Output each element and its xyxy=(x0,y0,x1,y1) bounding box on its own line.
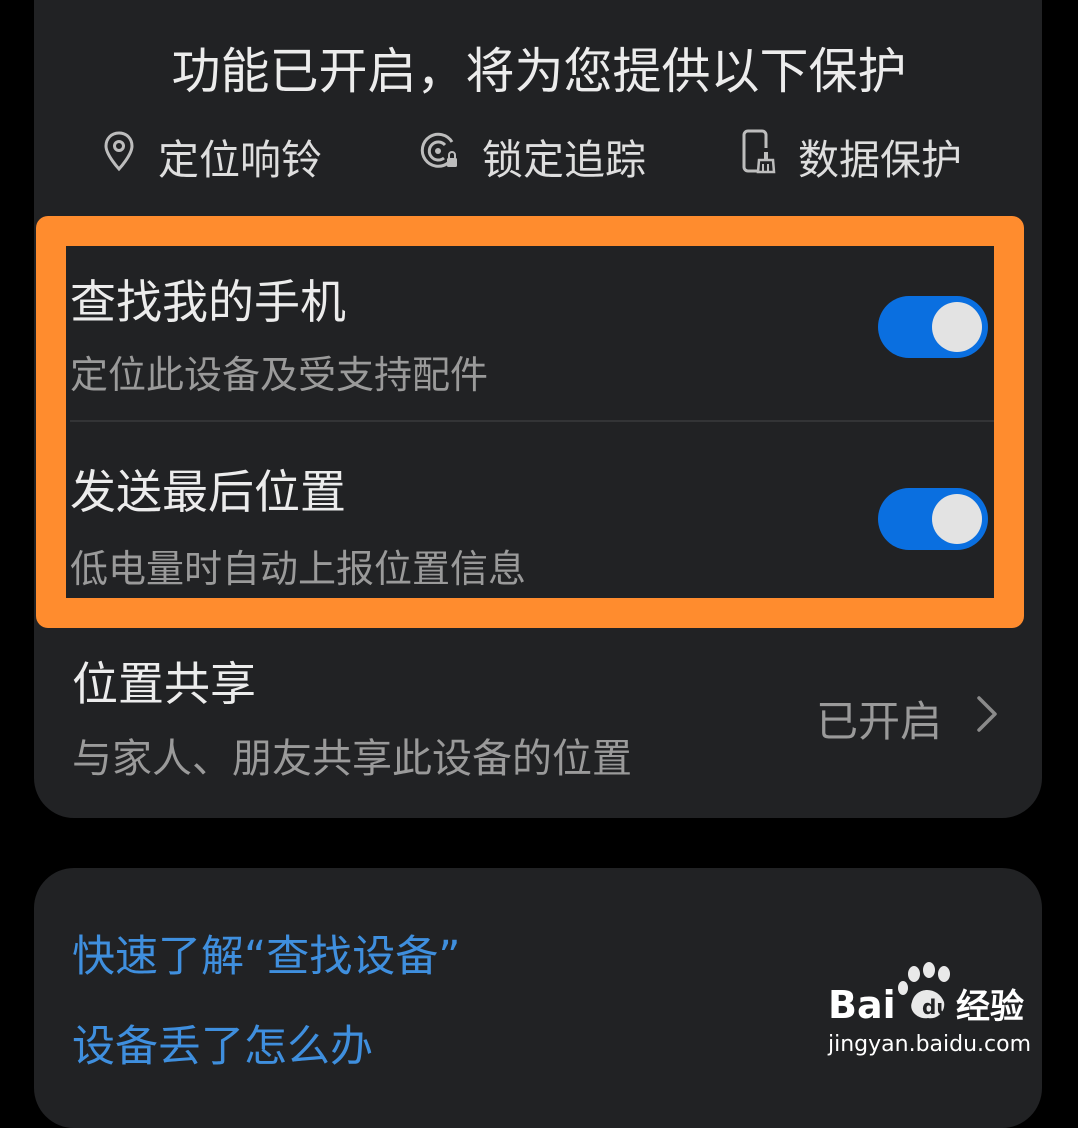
toggle-knob xyxy=(932,494,982,544)
location-sharing-subtitle: 与家人、朋友共享此设备的位置 xyxy=(72,736,632,782)
toggle-group: 查找我的手机 定位此设备及受支持配件 发送最后位置 低电量时自动上报位置信息 xyxy=(66,246,994,598)
svg-text:Bai: Bai xyxy=(828,983,896,1027)
feature-label: 数据保护 xyxy=(798,136,962,184)
svg-text:du: du xyxy=(922,995,951,1019)
send-last-location-subtitle: 低电量时自动上报位置信息 xyxy=(70,547,527,591)
location-sharing-title: 位置共享 xyxy=(72,657,256,711)
page-title: 功能已开启，将为您提供以下保护 xyxy=(171,43,907,100)
send-last-location-toggle[interactable] xyxy=(878,488,988,550)
location-sharing-status: 已开启 xyxy=(816,697,943,746)
feature-lock-track: 锁定追踪 xyxy=(418,130,646,184)
find-my-phone-subtitle: 定位此设备及受支持配件 xyxy=(70,353,489,397)
location-pin-icon xyxy=(102,130,158,182)
find-my-phone-row[interactable]: 查找我的手机 定位此设备及受支持配件 xyxy=(66,246,994,422)
phone-clean-icon xyxy=(740,128,798,184)
find-my-phone-toggle[interactable] xyxy=(878,296,988,358)
send-last-location-title: 发送最后位置 xyxy=(70,465,346,519)
feature-data-protect: 数据保护 xyxy=(740,128,962,184)
baidu-jingyan-watermark: Bai du 经验 jingyan.baidu.com xyxy=(828,962,1032,1062)
feature-locate-ring: 定位响铃 xyxy=(102,130,322,184)
send-last-location-row[interactable]: 发送最后位置 低电量时自动上报位置信息 xyxy=(66,422,994,598)
feature-label: 锁定追踪 xyxy=(482,136,646,184)
lock-track-icon xyxy=(418,130,482,182)
toggle-knob xyxy=(932,302,982,352)
lost-device-link[interactable]: 设备丢了怎么办 xyxy=(72,1012,373,1074)
watermark-url: jingyan.baidu.com xyxy=(828,1032,1032,1057)
feature-label: 定位响铃 xyxy=(158,136,322,184)
chevron-right-icon xyxy=(974,694,1000,738)
quick-intro-link[interactable]: 快速了解“查找设备” xyxy=(72,922,461,984)
highlight-frame: 查找我的手机 定位此设备及受支持配件 发送最后位置 低电量时自动上报位置信息 xyxy=(36,216,1024,628)
svg-text:经验: 经验 xyxy=(956,987,1024,1027)
find-my-phone-title: 查找我的手机 xyxy=(70,275,346,329)
